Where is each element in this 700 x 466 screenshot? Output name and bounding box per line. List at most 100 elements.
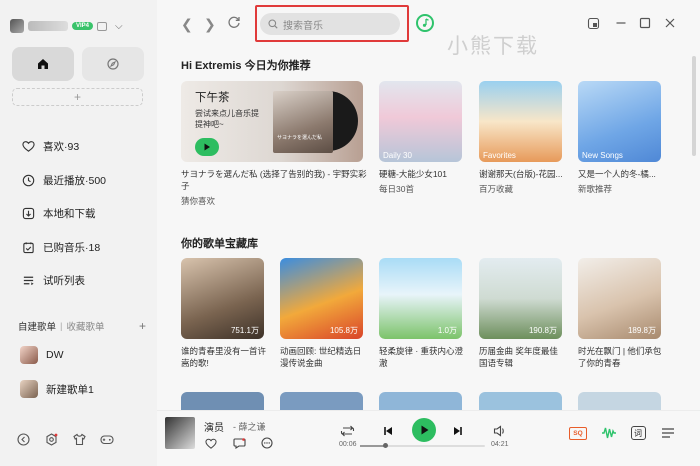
loop-mode-icon[interactable] <box>340 423 355 439</box>
vip-badge[interactable]: VIP4 <box>72 22 94 30</box>
favorites-card[interactable]: Favorites <box>479 81 562 162</box>
playlist-card-partial[interactable] <box>578 392 661 410</box>
playlist-card-partial[interactable] <box>479 392 562 410</box>
playlist-card-partial[interactable] <box>280 392 363 410</box>
card-label: New Songs <box>582 151 623 160</box>
sidebar-item-trial-list[interactable]: 试听列表 <box>22 264 106 298</box>
card-title[interactable]: 又是一个人的冬-橘... <box>578 168 664 180</box>
sidebar-item-liked[interactable]: 喜欢·93 <box>22 130 106 164</box>
playlist-card-partial[interactable] <box>181 392 264 410</box>
total-time: 04:21 <box>491 441 509 448</box>
previous-track-icon[interactable] <box>383 423 393 439</box>
sidebar: VIP4 ⌵ + 喜欢·93 最近播放·500 本地和下载 已购音乐·18 试听… <box>0 0 157 466</box>
home-button[interactable] <box>12 47 74 81</box>
home-icon <box>38 59 48 69</box>
new-songs-card[interactable]: New Songs <box>578 81 661 162</box>
message-icon[interactable] <box>97 21 108 31</box>
settings-icon[interactable] <box>44 432 58 446</box>
play-count: 751.1万 <box>230 326 259 335</box>
tab-created-playlists[interactable]: 自建歌单 <box>18 319 56 333</box>
progress-handle[interactable] <box>383 443 388 448</box>
playlist-card[interactable]: 190.8万 <box>479 258 562 339</box>
playlist-queue-icon[interactable] <box>660 425 676 441</box>
daily30-card[interactable]: Daily 30 <box>379 81 462 162</box>
next-track-icon[interactable] <box>453 423 463 439</box>
play-count: 190.8万 <box>528 326 557 335</box>
sidebar-item-label: 最近播放·500 <box>43 174 107 187</box>
top-bar: ❮ ❯ 搜索音乐 小熊下载 <box>157 0 700 58</box>
feature-play-button[interactable] <box>195 138 219 156</box>
card-title[interactable]: 谢谢那天(台版)-花园... <box>479 168 565 180</box>
progress-bar[interactable] <box>360 443 485 448</box>
music-recognition-icon[interactable] <box>416 14 434 32</box>
library-heading: 你的歌单宝藏库 <box>181 238 258 250</box>
add-playlist-button[interactable]: + <box>139 319 146 333</box>
collapse-icon[interactable] <box>16 432 30 446</box>
card-title[interactable]: 动画回顾: 世纪精选日漫传说金曲 <box>280 345 366 369</box>
song-title[interactable]: 演员 <box>204 419 224 434</box>
playlist-card[interactable]: 751.1万 <box>181 258 264 339</box>
feature-subtitle: 尝试来点儿音乐提提神吧~ <box>195 109 259 129</box>
sidebar-playlist-dw[interactable]: DW <box>20 344 64 366</box>
scrollbar[interactable] <box>692 56 696 156</box>
mini-mode-icon[interactable] <box>586 16 600 30</box>
daily-feature-card[interactable]: サヨナラを選んだ私 下午茶 尝试来点儿音乐提提神吧~ <box>181 81 363 162</box>
card-title[interactable]: 时光在飘门 | 他们承包了你的青春 <box>578 345 664 369</box>
card-title[interactable]: 硬糖-大能少女101 <box>379 168 465 180</box>
playlist-card-partial[interactable] <box>379 392 462 410</box>
feature-subdescription: 猜你喜欢 <box>181 196 216 206</box>
back-arrow-icon[interactable]: ❮ <box>181 16 193 33</box>
card-title[interactable]: 历届金曲 奖年度最佳国语专辑 <box>479 345 565 369</box>
app-window: VIP4 ⌵ + 喜欢·93 最近播放·500 本地和下载 已购音乐·18 试听… <box>0 0 700 466</box>
user-profile[interactable]: VIP4 ⌵ <box>10 16 123 36</box>
lyrics-button[interactable]: 词 <box>630 425 646 441</box>
sidebar-item-recent[interactable]: 最近播放·500 <box>22 164 106 198</box>
feature-cover-image: サヨナラを選んだ私 <box>273 91 333 153</box>
chevron-down-icon[interactable]: ⌵ <box>115 21 123 32</box>
current-time: 00:06 <box>339 441 357 448</box>
like-icon[interactable] <box>204 436 218 450</box>
card-title[interactable]: 轻柔旋律 · 重获内心澄澈 <box>379 345 465 369</box>
more-icon[interactable] <box>260 436 274 450</box>
maximize-icon[interactable] <box>638 16 652 30</box>
add-shortcut-button[interactable]: + <box>12 88 143 106</box>
playlist-card[interactable]: 1.0万 <box>379 258 462 339</box>
card-label: Favorites <box>483 151 516 160</box>
now-playing-cover[interactable] <box>165 417 195 449</box>
list-icon <box>23 276 34 286</box>
search-input[interactable]: 搜索音乐 <box>260 13 400 35</box>
playlist-section-header: 自建歌单 | 收藏歌单 + <box>18 319 146 333</box>
forward-arrow-icon[interactable]: ❯ <box>204 16 216 33</box>
volume-icon[interactable] <box>493 423 506 439</box>
tab-collected-playlists[interactable]: 收藏歌单 <box>66 319 104 333</box>
playlist-label: 新建歌单1 <box>46 383 94 396</box>
comment-icon[interactable] <box>232 436 246 450</box>
download-icon <box>22 208 35 220</box>
skin-icon[interactable] <box>72 432 86 446</box>
feature-description[interactable]: サヨナラを選んだ私 (选择了告别的我) - 宇野实彩子 <box>181 168 369 192</box>
sidebar-item-label: 喜欢·93 <box>43 141 80 154</box>
sidebar-item-local-download[interactable]: 本地和下载 <box>22 197 106 231</box>
playlist-card[interactable]: 105.8万 <box>280 258 363 339</box>
card-subtitle: 百万收藏 <box>479 184 514 194</box>
avatar[interactable] <box>10 19 24 33</box>
card-title[interactable]: 谁的青春里没有一首许嵩的歌! <box>181 345 267 369</box>
close-icon[interactable] <box>663 16 677 30</box>
sidebar-playlist-new1[interactable]: 新建歌单1 <box>20 378 94 400</box>
quality-badge[interactable]: SQ <box>569 427 587 440</box>
play-pause-button[interactable] <box>412 418 436 442</box>
playlist-thumbnail <box>20 346 38 364</box>
game-controller-icon[interactable] <box>100 432 114 446</box>
playlist-label: DW <box>46 349 64 361</box>
sidebar-item-purchased[interactable]: 已购音乐·18 <box>22 231 106 265</box>
card-subtitle: 新歌推荐 <box>578 184 613 194</box>
discover-button[interactable] <box>82 47 144 81</box>
song-artist[interactable]: - 薛之谦 <box>233 420 266 433</box>
minimize-icon[interactable] <box>614 16 628 30</box>
sound-effect-icon[interactable] <box>601 425 617 441</box>
playlist-card[interactable]: 189.8万 <box>578 258 661 339</box>
play-count: 189.8万 <box>627 326 656 335</box>
play-count: 1.0万 <box>437 326 457 335</box>
refresh-icon[interactable] <box>227 15 241 32</box>
recommend-heading: Hi Extremis 今日为你推荐 <box>181 60 311 72</box>
